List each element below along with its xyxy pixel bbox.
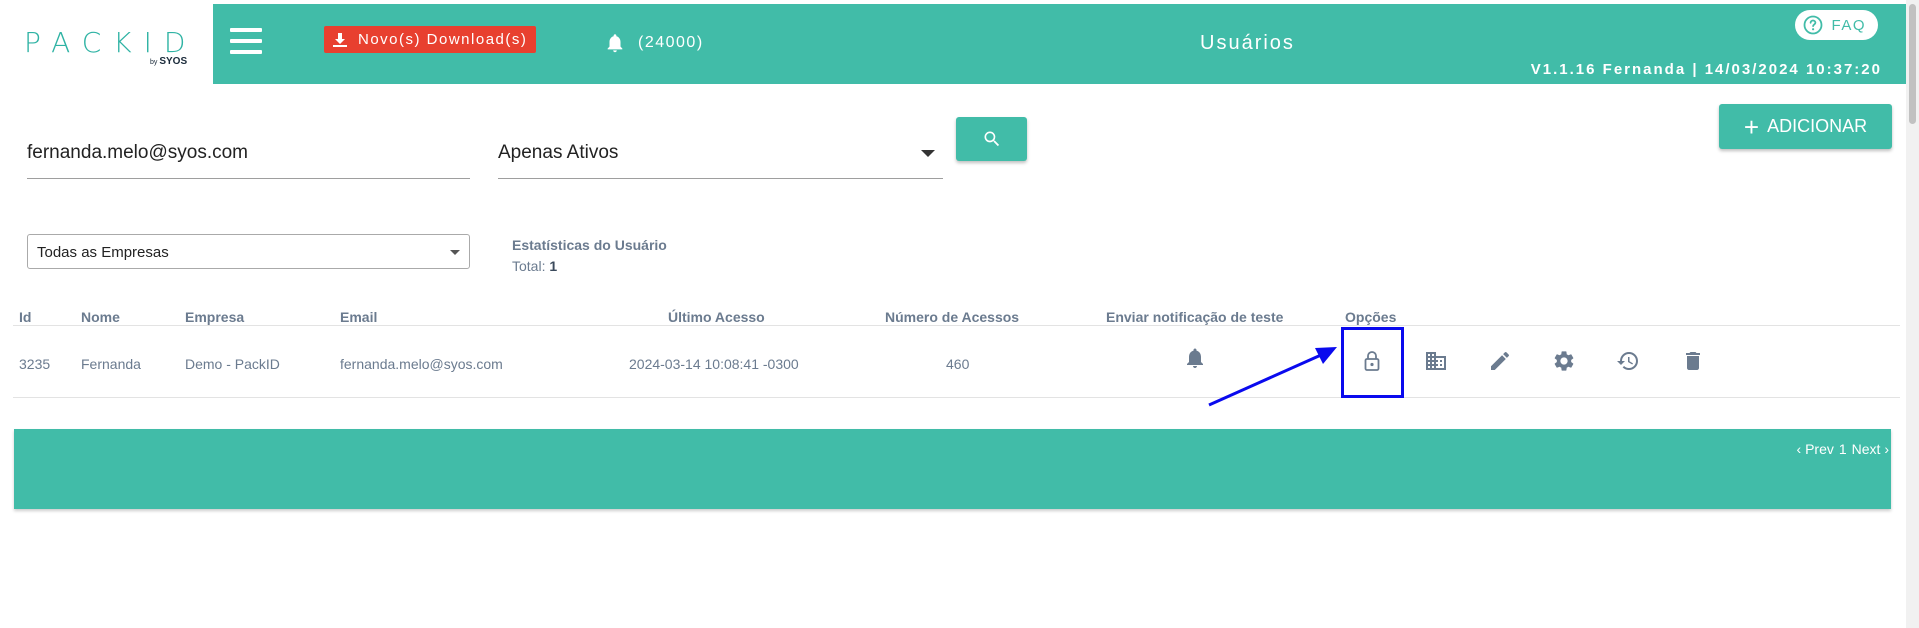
search-button[interactable] [956, 117, 1027, 161]
faq-label: FAQ [1831, 16, 1866, 34]
cell-nome: Fernanda [81, 356, 141, 372]
company-select-value: Todas as Empresas [37, 244, 169, 261]
pencil-icon[interactable] [1488, 349, 1512, 373]
add-user-label: ADICIONAR [1767, 116, 1868, 136]
chevron-down-icon [450, 250, 460, 255]
stats-title: Estatísticas do Usuário [512, 237, 667, 253]
logo[interactable]: PACKID [24, 26, 198, 59]
next-page-link[interactable]: Next › [1852, 441, 1889, 457]
trash-icon[interactable] [1681, 349, 1705, 373]
column-header-ultimo-acesso: Último Acesso [668, 309, 765, 325]
column-header-empresa: Empresa [185, 309, 245, 325]
notification-count: (24000) [638, 34, 704, 51]
column-header-email: Email [340, 309, 378, 325]
prev-page-link[interactable]: ‹ Prev [1797, 441, 1834, 457]
current-page[interactable]: 1 [1839, 441, 1847, 457]
logo-sub: by SYOS [150, 56, 188, 67]
cell-ultimo-acesso: 2024-03-14 10:08:41 -0300 [629, 356, 799, 372]
email-search-input[interactable]: fernanda.melo@syos.com [27, 136, 470, 179]
plus-icon: + [1743, 111, 1760, 142]
help-circle-icon [1804, 15, 1823, 35]
chevron-down-icon [921, 150, 935, 157]
highlight-box [1341, 327, 1404, 398]
stats-total: Total: 1 [512, 258, 557, 274]
hamburger-menu-icon[interactable] [230, 28, 262, 54]
stats-total-value: 1 [549, 258, 558, 274]
downloads-label: Novo(s) Download(s) [358, 31, 528, 48]
scrollbar-thumb[interactable] [1909, 4, 1916, 124]
downloads-button[interactable]: Novo(s) Download(s) [324, 26, 537, 53]
table-header-divider [13, 325, 1900, 326]
cell-acessos: 460 [946, 356, 970, 372]
gear-icon[interactable] [1552, 349, 1576, 373]
company-select[interactable]: Todas as Empresas [27, 234, 470, 269]
stats-total-label: Total: [512, 258, 546, 274]
pagination: ‹ Prev 1 Next › [1797, 441, 1889, 457]
faq-button[interactable]: FAQ [1795, 10, 1878, 40]
logo-sub-text: SYOS [159, 56, 188, 67]
notifications-button[interactable]: (24000) [604, 31, 704, 55]
building-icon[interactable] [1424, 349, 1448, 373]
bell-icon [607, 34, 623, 53]
arrow-annotation-icon [1208, 347, 1337, 407]
top-bar: Novo(s) Download(s) (24000) Usuários FAQ… [213, 4, 1906, 84]
table-row-divider [13, 397, 1900, 398]
vertical-scrollbar[interactable] [1906, 0, 1919, 628]
column-header-nome: Nome [81, 309, 120, 325]
column-header-id: Id [19, 309, 32, 325]
status-select[interactable]: Apenas Ativos [498, 136, 943, 179]
logo-area: PACKID by SYOS [0, 0, 213, 84]
pagination-bar: ‹ Prev 1 Next › [14, 429, 1891, 509]
history-icon[interactable] [1616, 349, 1640, 373]
cell-empresa: Demo - PackID [185, 356, 280, 372]
column-header-opcoes: Opções [1345, 309, 1397, 325]
add-user-button[interactable]: + ADICIONAR [1719, 104, 1892, 149]
app-root: PACKID by SYOS Novo(s) Download(s) (2400… [0, 0, 1919, 628]
download-icon [333, 32, 347, 47]
page-title: Usuários [1200, 32, 1295, 54]
cell-email: fernanda.melo@syos.com [340, 356, 503, 372]
column-header-notificacao: Enviar notificação de teste [1106, 309, 1284, 325]
version-info: V1.1.16 Fernanda | 14/03/2024 10:37:20 [1530, 61, 1882, 78]
cell-id: 3235 [19, 356, 51, 372]
column-header-acessos: Número de Acessos [885, 309, 1020, 325]
status-select-value: Apenas Ativos [498, 142, 619, 163]
search-icon [984, 131, 999, 147]
